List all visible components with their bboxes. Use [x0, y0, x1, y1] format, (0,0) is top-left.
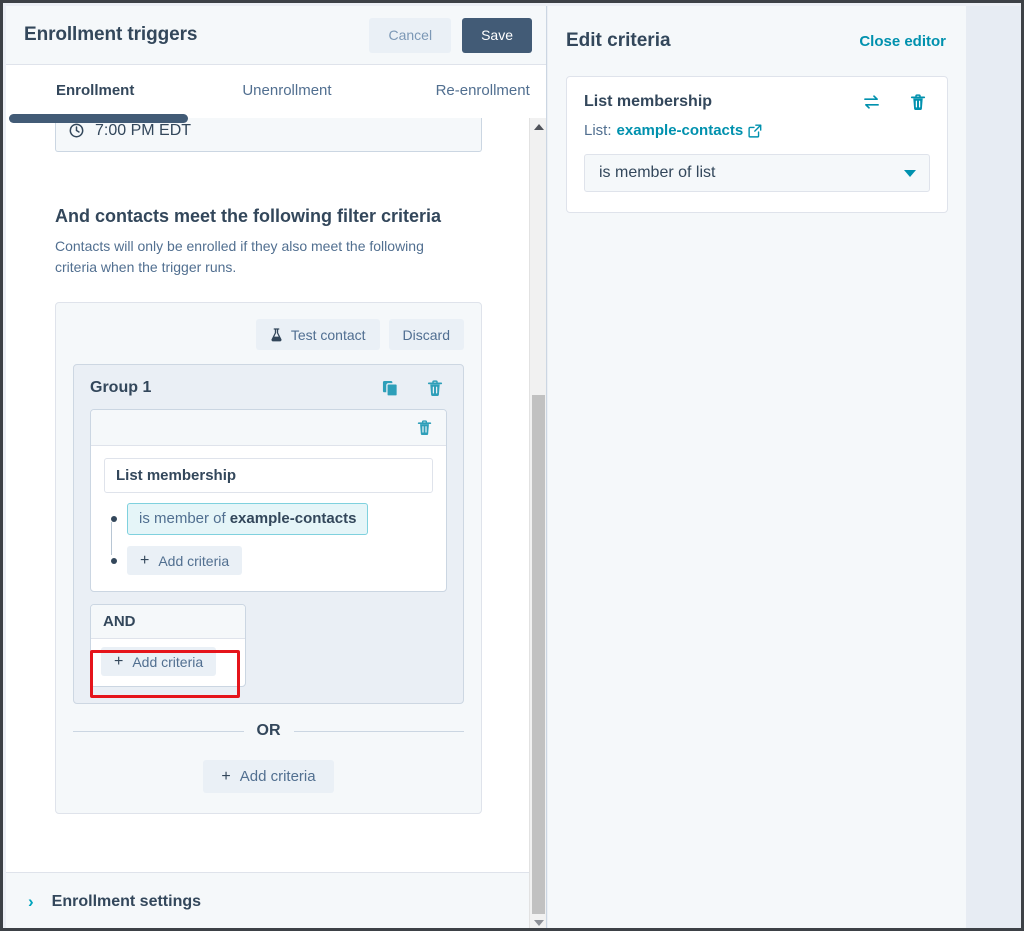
add-criteria-row: + Add criteria: [111, 544, 433, 577]
close-editor-link[interactable]: Close editor: [859, 33, 946, 50]
external-link-icon[interactable]: [748, 124, 762, 138]
swap-filter-button[interactable]: [859, 94, 884, 110]
or-label: OR: [256, 722, 281, 739]
page-title: Enrollment triggers: [24, 24, 198, 45]
add-criteria-inline-button[interactable]: + Add criteria: [127, 546, 243, 575]
duplicate-icon: [382, 380, 398, 397]
plus-icon: +: [140, 551, 150, 569]
chevron-right-icon: ›: [28, 892, 34, 911]
filter-criteria-container: Test contact Discard Group 1 List member…: [55, 302, 482, 814]
delete-criteria-button[interactable]: [906, 93, 930, 111]
chevron-down-icon: [904, 169, 916, 177]
vertical-scrollbar[interactable]: [529, 118, 546, 928]
duplicate-group-button[interactable]: [378, 380, 403, 397]
app-window: Enrollment triggers Cancel Save Enrollme…: [0, 0, 1024, 931]
filter-criteria-heading: And contacts meet the following filter c…: [55, 206, 442, 226]
criteria-actions-row: Test contact Discard: [73, 319, 464, 350]
divider-line-left: [73, 730, 244, 732]
add-criteria-label: Add criteria: [239, 768, 316, 785]
tab-re-enrollment[interactable]: Re-enrollment: [424, 65, 542, 117]
add-criteria-group-button[interactable]: + Add criteria: [203, 760, 334, 793]
and-block-body: + Add criteria: [91, 639, 245, 686]
filter-condition-list: is member of example-contacts + Add crit…: [104, 502, 433, 577]
filter-condition-row: is member of example-contacts: [111, 502, 433, 535]
filter-group-title: Group 1: [90, 379, 152, 396]
bullet-connector-line: [111, 522, 112, 555]
editor-title: Edit criteria: [566, 30, 671, 51]
clock-icon: [69, 123, 84, 138]
trash-icon: [417, 419, 432, 435]
filter-condition-chip[interactable]: is member of example-contacts: [127, 502, 369, 535]
operator-select[interactable]: is member of list: [584, 154, 930, 192]
add-criteria-label: Add criteria: [158, 552, 230, 569]
editor-header: Edit criteria Close editor: [548, 6, 966, 52]
or-divider: OR: [73, 722, 464, 740]
save-button[interactable]: Save: [462, 17, 532, 53]
bullet-point: [111, 557, 117, 564]
add-criteria-label: Add criteria: [132, 653, 204, 670]
enrollment-triggers-panel: Enrollment triggers Cancel Save Enrollme…: [6, 6, 547, 928]
scrollbar-thumb[interactable]: [532, 395, 545, 914]
editor-criteria-card: List membership List: example-contacts i…: [566, 76, 948, 213]
and-block: AND + Add criteria: [90, 604, 246, 687]
filter-card-body: List membership is member of example-con…: [91, 446, 446, 591]
scroll-down-button[interactable]: [530, 914, 546, 928]
filter-criteria-subtext: Contacts will only be enrolled if they a…: [55, 238, 424, 275]
bullet-point: [111, 515, 117, 522]
filter-group: Group 1 List membership is member of exa…: [73, 364, 464, 704]
flask-icon: [271, 327, 282, 341]
enrollment-settings-section[interactable]: › Enrollment settings: [6, 872, 546, 928]
trigger-time-value: 7:00 PM EDT: [95, 121, 192, 139]
plus-icon: +: [114, 652, 124, 670]
tab-bar: Enrollment Unenrollment Re-enrollment: [6, 65, 546, 117]
tab-enrollment[interactable]: Enrollment: [44, 65, 146, 117]
test-contact-button[interactable]: Test contact: [255, 319, 380, 350]
editor-list-link[interactable]: example-contacts: [617, 122, 744, 139]
triangle-down-icon: [533, 919, 544, 926]
delete-filter-button[interactable]: [413, 419, 436, 436]
discard-button[interactable]: Discard: [388, 319, 464, 350]
filter-card: List membership is member of example-con…: [90, 409, 447, 592]
delete-group-button[interactable]: [423, 379, 447, 397]
operator-select-value: is member of list: [599, 164, 716, 181]
filter-condition-prefix: is member of: [139, 510, 226, 527]
panel-scroll-body: 7:00 PM EDT And contacts meet the follow…: [6, 118, 546, 876]
filter-name-field[interactable]: List membership: [104, 458, 433, 493]
filter-group-header: Group 1: [90, 379, 447, 397]
enrollment-settings-label: Enrollment settings: [51, 893, 202, 910]
filter-card-toolbar: [91, 410, 446, 446]
edit-criteria-panel: Edit criteria Close editor List membersh…: [548, 6, 966, 928]
tab-unenrollment[interactable]: Unenrollment: [230, 65, 343, 117]
trash-icon: [427, 379, 443, 396]
and-label: AND: [91, 605, 245, 639]
triangle-up-icon: [533, 123, 544, 130]
editor-list-label: List:: [584, 122, 612, 139]
swap-icon: [864, 95, 879, 109]
filter-condition-value: example-contacts: [229, 510, 357, 527]
bottom-add-criteria-row: + Add criteria: [73, 760, 464, 793]
right-gutter: [966, 6, 1021, 928]
active-tab-indicator: [9, 114, 188, 123]
panel-content: 7:00 PM EDT And contacts meet the follow…: [6, 118, 530, 814]
editor-list-row: List: example-contacts: [584, 122, 930, 139]
editor-card-title: List membership: [584, 93, 713, 110]
panel-header: Enrollment triggers Cancel Save: [6, 6, 546, 65]
trigger-time-field[interactable]: 7:00 PM EDT: [55, 118, 482, 152]
divider-line-right: [293, 730, 464, 732]
trash-icon: [910, 93, 926, 110]
test-contact-label: Test contact: [290, 326, 366, 343]
editor-card-header: List membership: [584, 93, 930, 111]
cancel-button[interactable]: Cancel: [369, 17, 452, 53]
scroll-up-button[interactable]: [530, 118, 546, 135]
plus-icon: +: [221, 767, 231, 785]
add-criteria-and-button[interactable]: + Add criteria: [101, 647, 217, 676]
